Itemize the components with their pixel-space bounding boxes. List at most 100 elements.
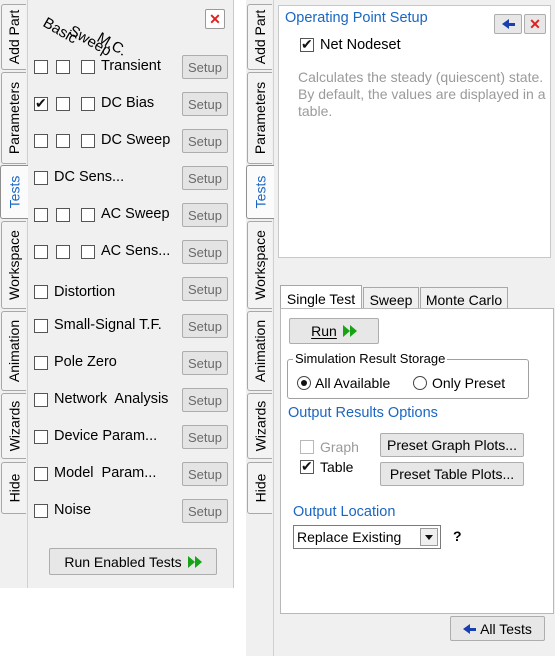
tab-add-part[interactable]: Add Part: [1, 4, 26, 70]
tab-label: Hide: [6, 473, 23, 503]
close-icon[interactable]: ✕: [524, 14, 546, 34]
sweep-checkbox[interactable]: [56, 60, 70, 74]
close-icon[interactable]: ✕: [205, 9, 225, 29]
left-vertical-tabs: Add Part Parameters Tests Workspace Anim…: [0, 0, 28, 588]
net-nodeset-checkbox[interactable]: [300, 36, 314, 53]
setup-button[interactable]: Setup: [182, 499, 228, 523]
basic-checkbox[interactable]: [34, 95, 48, 112]
tab-label: Wizards: [252, 400, 268, 452]
all-tests-button[interactable]: All Tests: [450, 616, 545, 641]
setup-button[interactable]: Setup: [182, 277, 228, 301]
run-enabled-tests-button[interactable]: Run Enabled Tests: [49, 548, 217, 575]
chevron-down-icon[interactable]: [420, 528, 438, 546]
basic-checkbox[interactable]: [34, 467, 48, 481]
tab-hide[interactable]: Hide: [247, 462, 272, 514]
setup-button[interactable]: Setup: [182, 129, 228, 153]
tab-label: Animation: [252, 319, 269, 383]
tab-wizards[interactable]: Wizards: [247, 393, 272, 459]
only-preset-radio[interactable]: [413, 376, 427, 390]
tab-label: Monte Carlo: [425, 291, 503, 308]
setup-button[interactable]: Setup: [182, 462, 228, 486]
tab-label: Add Part: [252, 9, 269, 65]
description-text: Calculates the steady (quiescent) state.…: [298, 69, 546, 119]
all-available-radio[interactable]: [297, 376, 311, 390]
test-label: Transient: [101, 58, 161, 74]
run-arrow-icon: [342, 325, 357, 337]
basic-checkbox[interactable]: [34, 504, 48, 518]
setup-button[interactable]: Setup: [182, 55, 228, 79]
basic-checkbox[interactable]: [34, 285, 48, 299]
only-preset-label: Only Preset: [432, 375, 506, 391]
preset-table-plots-button[interactable]: Preset Table Plots...: [380, 462, 524, 486]
tab-label: Add Part: [6, 9, 23, 65]
mc-checkbox[interactable]: [81, 134, 95, 148]
test-label: AC Sweep: [101, 206, 170, 222]
net-nodeset-label: Net Nodeset: [320, 37, 401, 53]
tab-wizards[interactable]: Wizards: [1, 393, 26, 459]
all-available-label: All Available: [315, 375, 391, 391]
setup-button[interactable]: Setup: [182, 92, 228, 116]
output-options-heading: Output Results Options: [288, 405, 438, 421]
setup-button[interactable]: Setup: [182, 388, 228, 412]
basic-checkbox[interactable]: [34, 208, 48, 222]
setup-button[interactable]: Setup: [182, 425, 228, 449]
tests-panel: Add Part Parameters Tests Workspace Anim…: [0, 0, 234, 588]
sweep-checkbox[interactable]: [56, 134, 70, 148]
table-checkbox[interactable]: [300, 458, 314, 475]
help-icon[interactable]: ?: [453, 528, 462, 544]
mc-checkbox[interactable]: [81, 97, 95, 111]
tab-animation[interactable]: Animation: [247, 311, 272, 391]
tab-label: Tests: [252, 175, 269, 209]
sweep-checkbox[interactable]: [56, 208, 70, 222]
tab-hide[interactable]: Hide: [1, 462, 26, 514]
test-label: Noise: [54, 502, 92, 518]
mc-checkbox[interactable]: [81, 208, 95, 222]
basic-checkbox[interactable]: [34, 134, 48, 148]
tab-label: Animation: [6, 319, 23, 383]
sweep-checkbox[interactable]: [56, 97, 70, 111]
mc-checkbox[interactable]: [81, 245, 95, 259]
tab-tests[interactable]: Tests: [246, 165, 274, 219]
output-location-value: Replace Existing: [297, 529, 402, 545]
tab-parameters[interactable]: Parameters: [1, 72, 26, 164]
tab-tests[interactable]: Tests: [0, 165, 28, 219]
tab-workspace[interactable]: Workspace: [1, 221, 26, 309]
setup-button[interactable]: Setup: [182, 166, 228, 190]
sweep-checkbox[interactable]: [56, 245, 70, 259]
single-test-tab-body: Run Simulation Result Storage All Availa…: [280, 308, 554, 614]
tab-add-part[interactable]: Add Part: [247, 4, 272, 70]
back-arrow-icon[interactable]: [494, 14, 522, 34]
test-label: Small-Signal T.F.: [54, 317, 162, 333]
tab-label: Parameters: [6, 81, 23, 155]
run-label: Run: [311, 323, 337, 339]
test-label: Network Analysis: [54, 391, 169, 407]
basic-checkbox[interactable]: [34, 245, 48, 259]
preset-graph-plots-button[interactable]: Preset Graph Plots...: [380, 433, 524, 457]
basic-checkbox[interactable]: [34, 430, 48, 444]
basic-checkbox[interactable]: [34, 356, 48, 370]
tests-list-area: Basic Sweep M.C. ✕ Transient Setup DC Bi…: [28, 0, 233, 588]
operating-point-box: Operating Point Setup ✕ Net Nodeset Calc…: [278, 5, 551, 258]
setup-button[interactable]: Setup: [182, 203, 228, 227]
tab-workspace[interactable]: Workspace: [247, 221, 272, 309]
basic-checkbox[interactable]: [34, 319, 48, 333]
test-label: DC Sweep: [101, 132, 171, 148]
run-enabled-tests-label: Run Enabled Tests: [64, 553, 182, 570]
setup-button[interactable]: Setup: [182, 240, 228, 264]
mc-checkbox[interactable]: [81, 60, 95, 74]
table-label: Table: [320, 459, 354, 475]
setup-button[interactable]: Setup: [182, 314, 228, 338]
output-location-select[interactable]: Replace Existing: [293, 525, 441, 549]
run-button[interactable]: Run: [289, 318, 379, 344]
right-vertical-tabs: Add Part Parameters Tests Workspace Anim…: [246, 0, 274, 656]
graph-checkbox[interactable]: [300, 440, 314, 454]
basic-checkbox[interactable]: [34, 393, 48, 407]
basic-checkbox[interactable]: [34, 60, 48, 74]
tab-animation[interactable]: Animation: [1, 311, 26, 391]
tab-label: Parameters: [252, 81, 269, 155]
basic-checkbox[interactable]: [34, 171, 48, 185]
tab-label: Wizards: [6, 400, 22, 452]
tab-parameters[interactable]: Parameters: [247, 72, 272, 164]
output-location-heading: Output Location: [293, 504, 396, 520]
setup-button[interactable]: Setup: [182, 351, 228, 375]
